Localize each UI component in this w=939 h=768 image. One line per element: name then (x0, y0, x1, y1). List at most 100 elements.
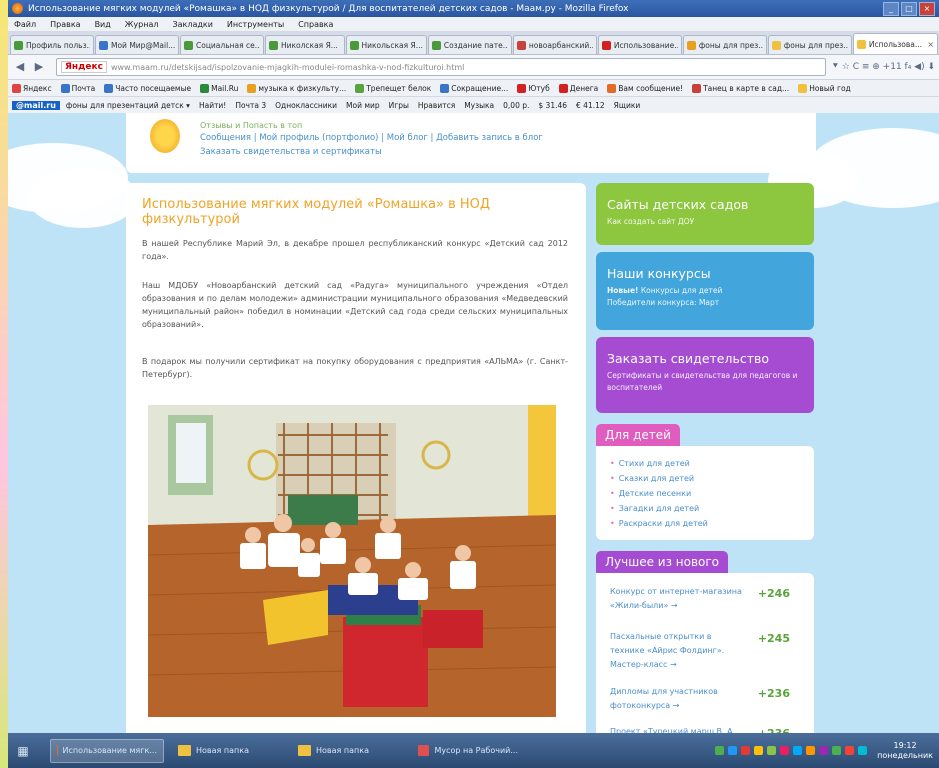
close-button[interactable]: × (919, 1, 935, 16)
order-subtitle[interactable]: Сертификаты и свидетельства для педагого… (596, 366, 814, 394)
clock[interactable]: 19:12 понедельник (877, 741, 933, 761)
tray-icon[interactable] (845, 746, 855, 755)
article-photo[interactable] (148, 405, 556, 717)
bookmark-item[interactable]: Часто посещаемые (104, 83, 191, 93)
kids-list-item[interactable]: Детские песенки (610, 486, 814, 501)
tray-icon[interactable] (715, 746, 725, 755)
tray-icon[interactable] (741, 746, 751, 755)
order-title[interactable]: Заказать свидетельство (596, 337, 814, 366)
toolbar-item[interactable]: Игры (389, 101, 409, 110)
bookmark-item[interactable]: Mail.Ru (200, 83, 238, 93)
tray-icon[interactable] (767, 746, 777, 755)
kids-list-item[interactable]: Сказки для детей (610, 471, 814, 486)
best-item-link[interactable]: Конкурс от интернет-магазина «Жили-были»… (610, 585, 746, 613)
bookmark-item[interactable]: Танец в карте в сад... (692, 83, 789, 93)
menu-item[interactable]: Закладки (172, 20, 212, 29)
kids-list-item[interactable]: Раскраски для детей (610, 516, 814, 531)
contests-kids-link[interactable]: Конкурсы для детей (638, 286, 723, 295)
tray-icon[interactable] (793, 746, 803, 755)
yandex-badge: Яндекс (61, 61, 107, 73)
browser-tab[interactable]: Никольская Я... (345, 35, 427, 54)
browser-tab[interactable]: Мой Мир@Mail... (95, 35, 179, 54)
best-list-item[interactable]: Пасхальные открытки в технике «Айрис Фол… (610, 630, 800, 672)
tray-icon[interactable] (819, 746, 829, 755)
tray-icon[interactable] (780, 746, 790, 755)
maximize-button[interactable]: □ (901, 1, 917, 16)
menu-item[interactable]: Справка (298, 20, 333, 29)
bookmark-item[interactable]: Вам сообщение! (607, 83, 683, 93)
menu-item[interactable]: Правка (50, 20, 80, 29)
kids-list-item[interactable]: Загадки для детей (610, 501, 814, 516)
tray-icon[interactable] (858, 746, 868, 755)
menu-item[interactable]: Журнал (125, 20, 159, 29)
menu-item[interactable]: Вид (95, 20, 111, 29)
toolbar-icons[interactable]: ⯆ ☆ C ≡ ⊕ +11 f₄ ◀) ⬇ (832, 62, 935, 72)
title-bar[interactable]: Использование мягких модулей «Ромашка» в… (8, 0, 939, 17)
taskbar-button[interactable]: Использование мягк... (50, 738, 164, 763)
bookmark-item[interactable]: музыка к физкульту... (247, 83, 346, 93)
browser-tab[interactable]: Создание пате... (427, 35, 512, 54)
best-list-item[interactable]: Конкурс от интернет-магазина «Жили-были»… (610, 585, 800, 613)
sites-block[interactable]: Сайты детских садов Как создать сайт ДОУ (596, 183, 814, 245)
browser-tab[interactable]: фоны для през... (767, 35, 852, 54)
tray-icon[interactable] (728, 746, 738, 755)
taskbar-button[interactable]: Мусор на Рабочий... (412, 740, 524, 762)
forward-icon[interactable]: ▶ (31, 59, 47, 75)
browser-tab[interactable]: Профиль польз... (10, 35, 94, 54)
toolbar-item[interactable]: € 41.12 (576, 101, 605, 110)
contests-block[interactable]: Наши конкурсы Новые! Конкурсы для детей П… (596, 252, 814, 330)
bookmark-item[interactable]: Трепещет белок (355, 83, 431, 93)
cut-link[interactable]: Отзывы и Попасть в топ (200, 119, 302, 133)
tab-close-icon[interactable]: × (927, 40, 934, 49)
contests-subtitle[interactable]: Новые! Конкурсы для детей Победители конк… (596, 281, 814, 309)
best-item-link[interactable]: Пасхальные открытки в технике «Айрис Фол… (610, 630, 746, 672)
order-certificates-link[interactable]: Заказать свидетельства и сертификаты (200, 145, 543, 159)
tray-icon[interactable] (754, 746, 764, 755)
contests-title[interactable]: Наши конкурсы (596, 252, 814, 281)
contest-winners-link[interactable]: Победители конкурса: Март (607, 298, 719, 307)
taskbar-button[interactable]: Новая папка (292, 740, 404, 762)
best-list-item[interactable]: Проект «Турецкий марш В. А. Моцарта» →+2… (610, 725, 800, 733)
toolbar-item[interactable]: Почта 3 (235, 101, 266, 110)
browser-tab[interactable]: фоны для през... (682, 35, 767, 54)
bookmark-item[interactable]: Сокращение... (440, 83, 508, 93)
address-bar[interactable]: Яндекс www.maam.ru/detskijsad/ispolzovan… (56, 58, 826, 76)
bookmark-item[interactable]: Яндекс (12, 83, 52, 93)
minimize-button[interactable]: _ (883, 1, 899, 16)
toolbar-item[interactable]: $ 31.46 (538, 101, 567, 110)
back-icon[interactable]: ◀ (12, 59, 28, 75)
bookmark-item[interactable]: Новый год (798, 83, 851, 93)
bookmark-item[interactable]: Ютуб (517, 83, 550, 93)
kids-list-item[interactable]: Стихи для детей (610, 456, 814, 471)
browser-tab[interactable]: Николская Я... (265, 35, 345, 54)
taskbar-button[interactable]: Новая папка (172, 740, 284, 762)
best-list-item[interactable]: Дипломы для участников фотоконкурса → +23… (610, 685, 800, 713)
bookmark-item[interactable]: Почта (60, 83, 95, 93)
sites-title[interactable]: Сайты детских садов (596, 183, 814, 212)
url-text[interactable]: www.maam.ru/detskijsad/ispolzovanie-mjag… (111, 63, 821, 72)
best-item-link[interactable]: Проект «Турецкий марш В. А. Моцарта» → (610, 725, 746, 733)
toolbar-item[interactable]: Нравится (418, 101, 455, 110)
menu-item[interactable]: Инструменты (227, 20, 284, 29)
browser-tab[interactable]: Использова... × (852, 33, 938, 54)
order-certificate-block[interactable]: Заказать свидетельство Сертификаты и сви… (596, 337, 814, 413)
profile-links-line1[interactable]: Сообщения | Мой профиль (портфолио) | Мо… (200, 131, 543, 145)
bookmark-item[interactable]: Денега (558, 83, 598, 93)
toolbar-item[interactable]: Музыка (464, 101, 494, 110)
start-icon[interactable]: ▦ (12, 740, 34, 762)
toolbar-item[interactable]: 0,00 р. (503, 101, 529, 110)
toolbar-item[interactable]: Найти! (199, 101, 226, 110)
sites-subtitle[interactable]: Как создать сайт ДОУ (596, 212, 814, 228)
toolbar-item[interactable]: Ящики (614, 101, 641, 110)
mail-ru-logo[interactable]: @mail.ru (12, 100, 60, 110)
tray-icon[interactable] (806, 746, 816, 755)
browser-tab[interactable]: Социальная се... (180, 35, 264, 54)
best-item-link[interactable]: Дипломы для участников фотоконкурса → (610, 685, 746, 713)
toolbar-item[interactable]: фоны для презентаций детск ▾ (66, 101, 190, 110)
browser-tab[interactable]: новоарбанский... (512, 35, 597, 54)
menu-item[interactable]: Файл (14, 20, 36, 29)
browser-tab[interactable]: Использование... (597, 35, 682, 54)
toolbar-item[interactable]: Мой мир (346, 101, 380, 110)
tray-icon[interactable] (832, 746, 842, 755)
toolbar-item[interactable]: Одноклассники (275, 101, 337, 110)
